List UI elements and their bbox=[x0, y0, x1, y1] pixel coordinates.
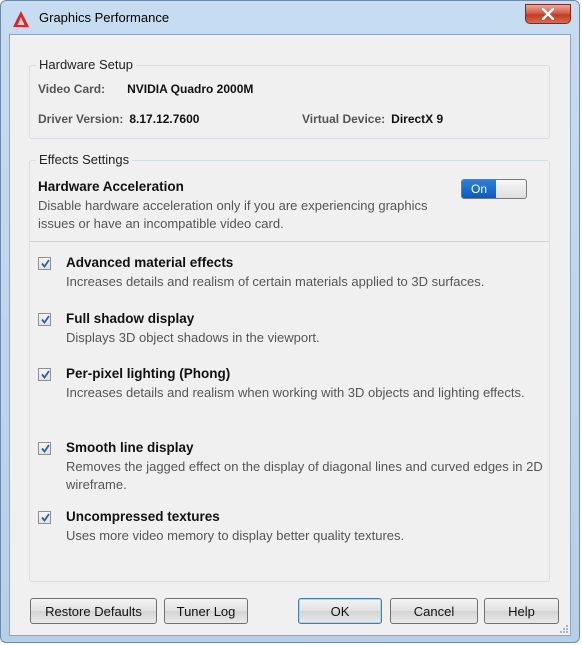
virtual-device-label: Virtual Device: bbox=[302, 112, 386, 126]
driver-version-label: Driver Version: bbox=[38, 112, 124, 126]
effects-settings-group: Effects Settings Hardware Acceleration D… bbox=[29, 152, 550, 582]
resize-grip-icon[interactable] bbox=[558, 623, 569, 634]
option-description: Uses more video memory to display better… bbox=[66, 528, 405, 543]
close-icon bbox=[541, 8, 555, 20]
video-card-label: Video Card: bbox=[38, 82, 106, 96]
check-icon bbox=[41, 315, 50, 324]
cancel-button[interactable]: Cancel bbox=[390, 598, 478, 624]
option-description: Displays 3D object shadows in the viewpo… bbox=[66, 330, 320, 345]
hardware-setup-group: Hardware Setup Video Card: NVIDIA Quadro … bbox=[29, 57, 550, 139]
smooth-line-display-checkbox[interactable] bbox=[38, 442, 51, 455]
option-description: Increases details and realism of certain… bbox=[66, 274, 485, 289]
check-icon bbox=[41, 370, 50, 379]
option-title: Uncompressed textures bbox=[66, 509, 220, 524]
full-shadow-display-checkbox[interactable] bbox=[38, 313, 51, 326]
hardware-acceleration-title: Hardware Acceleration bbox=[38, 179, 184, 194]
option-title: Smooth line display bbox=[66, 440, 194, 455]
title-bar[interactable]: Graphics Performance bbox=[1, 1, 579, 35]
uncompressed-textures-checkbox[interactable] bbox=[38, 511, 51, 524]
hardware-acceleration-toggle[interactable]: On bbox=[461, 179, 527, 199]
graphics-performance-dialog: Graphics Performance Hardware Setup Vide… bbox=[0, 0, 580, 643]
virtual-device-value: DirectX 9 bbox=[391, 112, 444, 126]
check-icon bbox=[41, 444, 50, 453]
option-description: Increases details and realism when worki… bbox=[66, 385, 525, 400]
dialog-body: Hardware Setup Video Card: NVIDIA Quadro … bbox=[9, 34, 571, 636]
restore-defaults-button[interactable]: Restore Defaults bbox=[30, 598, 157, 624]
window-title: Graphics Performance bbox=[39, 10, 170, 25]
option-title: Advanced material effects bbox=[66, 255, 234, 270]
divider bbox=[30, 241, 549, 242]
toggle-on-label: On bbox=[462, 180, 496, 198]
option-title: Full shadow display bbox=[66, 311, 195, 326]
driver-version-value: 8.17.12.7600 bbox=[129, 112, 200, 126]
check-icon bbox=[41, 259, 50, 268]
driver-version-row: Driver Version: 8.17.12.7600 bbox=[38, 112, 199, 126]
hardware-setup-legend: Hardware Setup bbox=[36, 57, 136, 72]
close-button[interactable] bbox=[525, 4, 571, 24]
per-pixel-lighting-checkbox[interactable] bbox=[38, 368, 51, 381]
help-button[interactable]: Help bbox=[484, 598, 559, 624]
autocad-logo-icon bbox=[13, 11, 29, 27]
tuner-log-button[interactable]: Tuner Log bbox=[164, 598, 248, 624]
hardware-acceleration-description: Disable hardware acceleration only if yo… bbox=[38, 198, 428, 231]
virtual-device-row: Virtual Device: DirectX 9 bbox=[302, 112, 443, 126]
video-card-row: Video Card: NVIDIA Quadro 2000M bbox=[38, 82, 253, 96]
ok-button[interactable]: OK bbox=[298, 598, 382, 624]
check-icon bbox=[41, 513, 50, 522]
advanced-material-effects-checkbox[interactable] bbox=[38, 257, 51, 270]
effects-settings-legend: Effects Settings bbox=[36, 152, 133, 167]
option-description: Removes the jagged effect on the display… bbox=[66, 459, 543, 492]
video-card-value: NVIDIA Quadro 2000M bbox=[127, 82, 254, 96]
option-title: Per-pixel lighting (Phong) bbox=[66, 366, 231, 381]
